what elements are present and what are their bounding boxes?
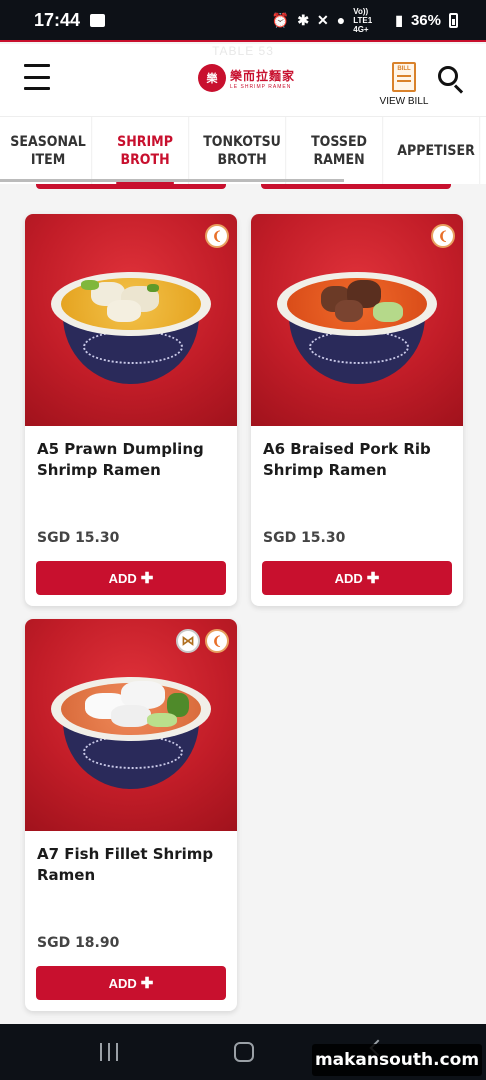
add-button[interactable]: ADD ✚ bbox=[36, 561, 226, 595]
logo-main-text: 樂而拉麵家 bbox=[230, 68, 296, 83]
tab-shrimp-broth[interactable]: SHRIMP BROTH bbox=[102, 117, 190, 184]
menu-item-card[interactable]: ⋈ ❨ A7 Fish Fillet Shrimp Ramen SGD 18.9… bbox=[25, 619, 237, 1011]
dish-price: SGD 15.30 bbox=[263, 530, 346, 546]
previous-add-button-edge[interactable] bbox=[261, 184, 451, 189]
tab-tonkotsu-broth[interactable]: TONKOTSU BROTH bbox=[199, 117, 287, 184]
dish-price: SGD 15.30 bbox=[37, 530, 120, 546]
dish-name: A6 Braised Pork Rib Shrimp Ramen bbox=[263, 440, 431, 479]
previous-add-button-edge[interactable] bbox=[36, 184, 226, 189]
menu-item-card[interactable]: ❨ A6 Braised Pork Rib Shrimp Ramen SGD 1… bbox=[251, 214, 463, 606]
battery-icon bbox=[449, 12, 458, 28]
fish-icon: ⋈ bbox=[176, 629, 200, 653]
add-button[interactable]: ADD ✚ bbox=[262, 561, 452, 595]
dish-image: ⋈ ❨ bbox=[25, 619, 237, 831]
add-label: ADD bbox=[108, 975, 137, 991]
plus-icon: ✚ bbox=[366, 570, 380, 587]
menu-grid: ❨ A5 Prawn Dumpling Shrimp Ramen SGD 15.… bbox=[0, 184, 486, 1024]
status-bar: 17:44 ⏰ ✱ ✕ ● Vo)) LTE1 4G+ ▮ 36% bbox=[0, 0, 486, 42]
bill-icon: BILL bbox=[392, 62, 416, 92]
battery-percent: 36% bbox=[410, 11, 441, 29]
menu-item-card[interactable]: ❨ A5 Prawn Dumpling Shrimp Ramen SGD 15.… bbox=[25, 214, 237, 606]
view-bill-label: VIEW BILL bbox=[379, 96, 429, 107]
dish-image: ❨ bbox=[251, 214, 463, 426]
dish-name: A7 Fish Fillet Shrimp Ramen bbox=[37, 845, 214, 884]
view-bill-button[interactable]: BILL VIEW BILL bbox=[376, 62, 432, 107]
signal-icon: ▮ bbox=[395, 11, 403, 28]
bill-icon-text: BILL bbox=[397, 66, 411, 72]
add-label: ADD bbox=[108, 570, 137, 586]
bluetooth-icon: ✱ bbox=[297, 11, 310, 28]
recents-icon[interactable] bbox=[100, 1043, 118, 1061]
search-icon[interactable] bbox=[438, 66, 464, 94]
dish-price: SGD 18.90 bbox=[37, 935, 120, 951]
dish-name: A5 Prawn Dumpling Shrimp Ramen bbox=[37, 440, 204, 479]
network-label: Vo)) LTE1 4G+ bbox=[353, 6, 373, 34]
shrimp-icon: ❨ bbox=[205, 629, 229, 653]
watermark: makansouth.com bbox=[312, 1044, 482, 1076]
home-icon[interactable] bbox=[234, 1042, 254, 1062]
add-button[interactable]: ADD ✚ bbox=[36, 966, 226, 1000]
logo-mark: 樂 bbox=[198, 64, 226, 92]
app-header: TABLE 53 樂 樂而拉麵家 LE SHRIMP RAMEN BILL VI… bbox=[0, 44, 486, 116]
logo-sub-text: LE SHRIMP RAMEN bbox=[230, 83, 292, 90]
tab-scrollbar[interactable] bbox=[0, 179, 344, 182]
tab-appetiser[interactable]: APPETISER bbox=[393, 117, 481, 184]
plus-icon: ✚ bbox=[140, 975, 154, 992]
brand-logo[interactable]: 樂 樂而拉麵家 LE SHRIMP RAMEN bbox=[198, 64, 295, 92]
location-icon: ● bbox=[336, 12, 346, 28]
gallery-notification-icon bbox=[90, 13, 106, 27]
dish-image: ❨ bbox=[25, 214, 237, 426]
add-label: ADD bbox=[334, 570, 363, 586]
table-label: TABLE 53 bbox=[212, 44, 274, 58]
mute-icon: ✕ bbox=[317, 11, 329, 28]
shrimp-icon: ❨ bbox=[431, 224, 455, 248]
shrimp-icon: ❨ bbox=[205, 224, 229, 248]
status-time: 17:44 bbox=[34, 9, 81, 30]
menu-icon[interactable] bbox=[24, 64, 50, 90]
alarm-icon: ⏰ bbox=[271, 11, 290, 28]
category-tabs: SEASONAL ITEM SHRIMP BROTH TONKOTSU BROT… bbox=[0, 116, 486, 184]
tab-seasonal-item[interactable]: SEASONAL ITEM bbox=[5, 117, 93, 184]
tab-tossed-ramen[interactable]: TOSSED RAMEN bbox=[296, 117, 384, 184]
plus-icon: ✚ bbox=[140, 570, 154, 587]
